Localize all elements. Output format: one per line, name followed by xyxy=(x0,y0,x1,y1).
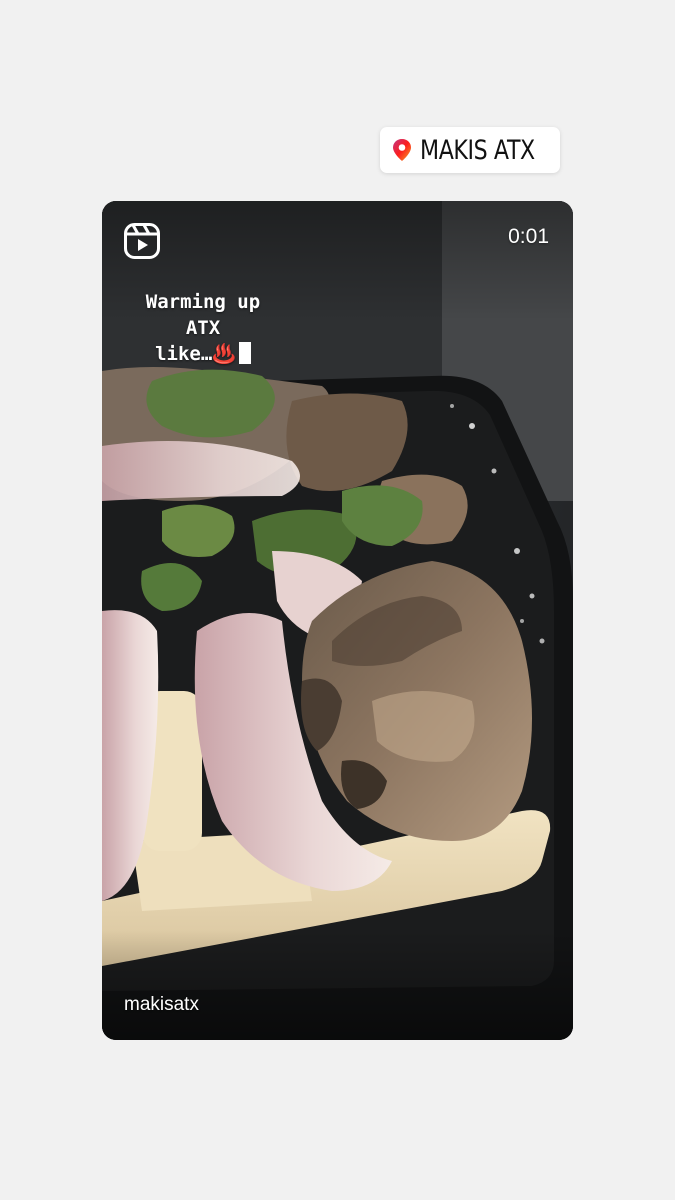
location-pin-icon xyxy=(392,138,412,162)
location-label: MAKIS ATX xyxy=(420,134,535,166)
reel-card[interactable]: 0:01 Warming up ATX like…♨️ makisatx xyxy=(102,201,573,1040)
reel-duration: 0:01 xyxy=(508,225,549,248)
reel-caption: Warming up ATX like…♨️ xyxy=(128,289,278,367)
caption-line-text: like…♨️ xyxy=(155,343,236,365)
reel-bottom-shade xyxy=(102,930,573,1040)
text-cursor xyxy=(238,342,251,364)
caption-line: like…♨️ xyxy=(128,341,278,367)
reel-username[interactable]: makisatx xyxy=(124,994,199,1016)
location-sticker[interactable]: MAKIS ATX xyxy=(380,127,560,173)
caption-line: ATX xyxy=(185,317,221,339)
caption-line: Warming up xyxy=(145,291,261,313)
story-page: MAKIS ATX 0:01 Warming up ATX like…♨️ ma… xyxy=(0,0,675,1200)
reels-icon xyxy=(124,223,160,259)
